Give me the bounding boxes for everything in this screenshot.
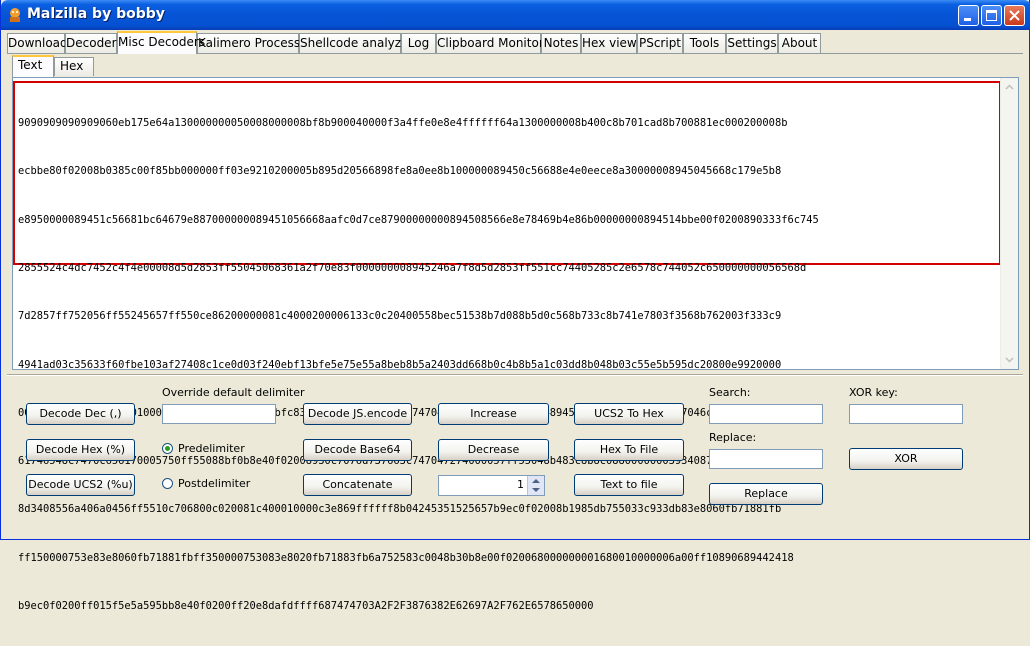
delimiter-input[interactable] <box>162 404 276 424</box>
text-line: 61746548c7470c656170005750ff55088bf0b8e4… <box>18 455 782 468</box>
text-line: 2855524c4dc7452c4f4e00008d5d2853ff550450… <box>18 262 807 275</box>
tab-decoder[interactable]: Decoder <box>65 33 117 53</box>
postdelimiter-radio[interactable] <box>162 478 173 489</box>
scroll-up-button[interactable] <box>1002 80 1017 95</box>
replace-button[interactable]: Replace <box>709 483 823 505</box>
minimize-button[interactable] <box>958 5 979 26</box>
scroll-down-button[interactable] <box>1002 352 1017 367</box>
tab-download[interactable]: Download <box>7 33 68 53</box>
minimize-icon <box>964 18 971 21</box>
chevron-up-icon <box>1005 84 1014 90</box>
tab-pscript[interactable]: PScript <box>637 33 683 53</box>
hex-to-file-button[interactable]: Hex To File <box>574 439 684 461</box>
title-bar[interactable]: Malzilla by bobby <box>1 0 1030 30</box>
postdelimiter-label: Postdelimiter <box>178 477 251 490</box>
decode-base64-button[interactable]: Decode Base64 <box>303 439 412 461</box>
text-line: e8950000089451c56681bc64679e887000000089… <box>18 213 819 226</box>
text-line: 9090909090909060eb175e64a130000000050008… <box>18 117 788 130</box>
predelimiter-radio[interactable] <box>162 443 173 454</box>
xor-key-label: XOR key: <box>849 386 898 399</box>
maximize-button[interactable] <box>981 5 1002 26</box>
spinner-arrows[interactable] <box>527 476 544 495</box>
xor-key-input[interactable] <box>849 404 963 424</box>
decrease-button[interactable]: Decrease <box>438 439 549 461</box>
decode-jsencode-button[interactable]: Decode JS.encode <box>303 403 412 425</box>
close-button[interactable] <box>1004 5 1025 26</box>
subtab-text[interactable]: Text <box>12 55 54 77</box>
decode-dec-button[interactable]: Decode Dec (,) <box>26 403 135 425</box>
close-icon <box>1009 10 1020 21</box>
text-area[interactable]: 9090909090909060eb175e64a130000000050008… <box>12 77 1019 612</box>
text-content[interactable]: 9090909090909060eb175e64a130000000050008… <box>18 83 819 646</box>
text-line: ff150000753e83e8060fb71881fbff3500007530… <box>18 551 794 564</box>
chevron-down-icon <box>1005 357 1014 363</box>
step-spinner[interactable]: 1 <box>438 475 545 496</box>
delimiter-label: Override default delimiter <box>162 386 305 399</box>
up-down-arrows-icon <box>532 479 540 492</box>
tab-misc-decoders[interactable]: Misc Decoders <box>117 31 205 54</box>
text-line: 7d2857ff752056ff55245657ff550ce862000000… <box>18 310 782 323</box>
xor-button[interactable]: XOR <box>849 448 963 470</box>
tab-about[interactable]: About <box>778 33 821 53</box>
tab-log[interactable]: Log <box>401 33 436 53</box>
maximize-icon <box>986 10 997 21</box>
tab-shellcode-analyzer[interactable]: Shellcode analyzer <box>299 33 413 53</box>
text-line: 4941ad03c35633f60fbe103af27408c1ce0d03f2… <box>18 358 782 371</box>
tab-settings[interactable]: Settings <box>726 33 778 53</box>
tab-hex-view[interactable]: Hex view <box>581 33 637 53</box>
text-line: b9ec0f0200ff015f5e5a595bb8e40f0200ff20e8… <box>18 600 594 612</box>
text-to-file-button[interactable]: Text to file <box>574 474 684 496</box>
window-title: Malzilla by bobby <box>27 6 165 22</box>
search-label: Search: <box>709 386 751 399</box>
ucs2-to-hex-button[interactable]: UCS2 To Hex <box>574 403 684 425</box>
predelimiter-label: Predelimiter <box>178 442 245 455</box>
replace-input[interactable] <box>709 449 823 469</box>
main-window: Malzilla by bobby Download Decoder Misc … <box>0 0 1030 612</box>
text-line: 005ebf800c0200b900010000f3a481ec00010000… <box>18 405 819 421</box>
vertical-scrollbar[interactable] <box>1000 78 1018 369</box>
increase-button[interactable]: Increase <box>438 403 549 425</box>
replace-label: Replace: <box>709 431 757 444</box>
decode-ucs2-button[interactable]: Decode UCS2 (%u) <box>26 474 135 496</box>
search-input[interactable] <box>709 404 823 424</box>
divider <box>7 375 1023 376</box>
spinner-value: 1 <box>517 478 524 491</box>
app-icon <box>10 8 20 22</box>
tab-clipboard-monitor[interactable]: Clipboard Monitor <box>436 33 544 53</box>
tab-notes[interactable]: Notes <box>541 33 581 53</box>
text-line: 8d3408556a406a0456ff5510c706800c020081c4… <box>18 503 782 516</box>
decode-hex-button[interactable]: Decode Hex (%) <box>26 439 135 461</box>
tab-kalimero-processor[interactable]: Kalimero Processor <box>197 33 312 53</box>
text-line: ecbbe80f02008b0385c00f85bb000000ff03e921… <box>18 165 782 178</box>
concatenate-button[interactable]: Concatenate <box>303 474 412 496</box>
subtab-hex[interactable]: Hex <box>54 57 94 76</box>
tab-tools[interactable]: Tools <box>683 33 726 53</box>
